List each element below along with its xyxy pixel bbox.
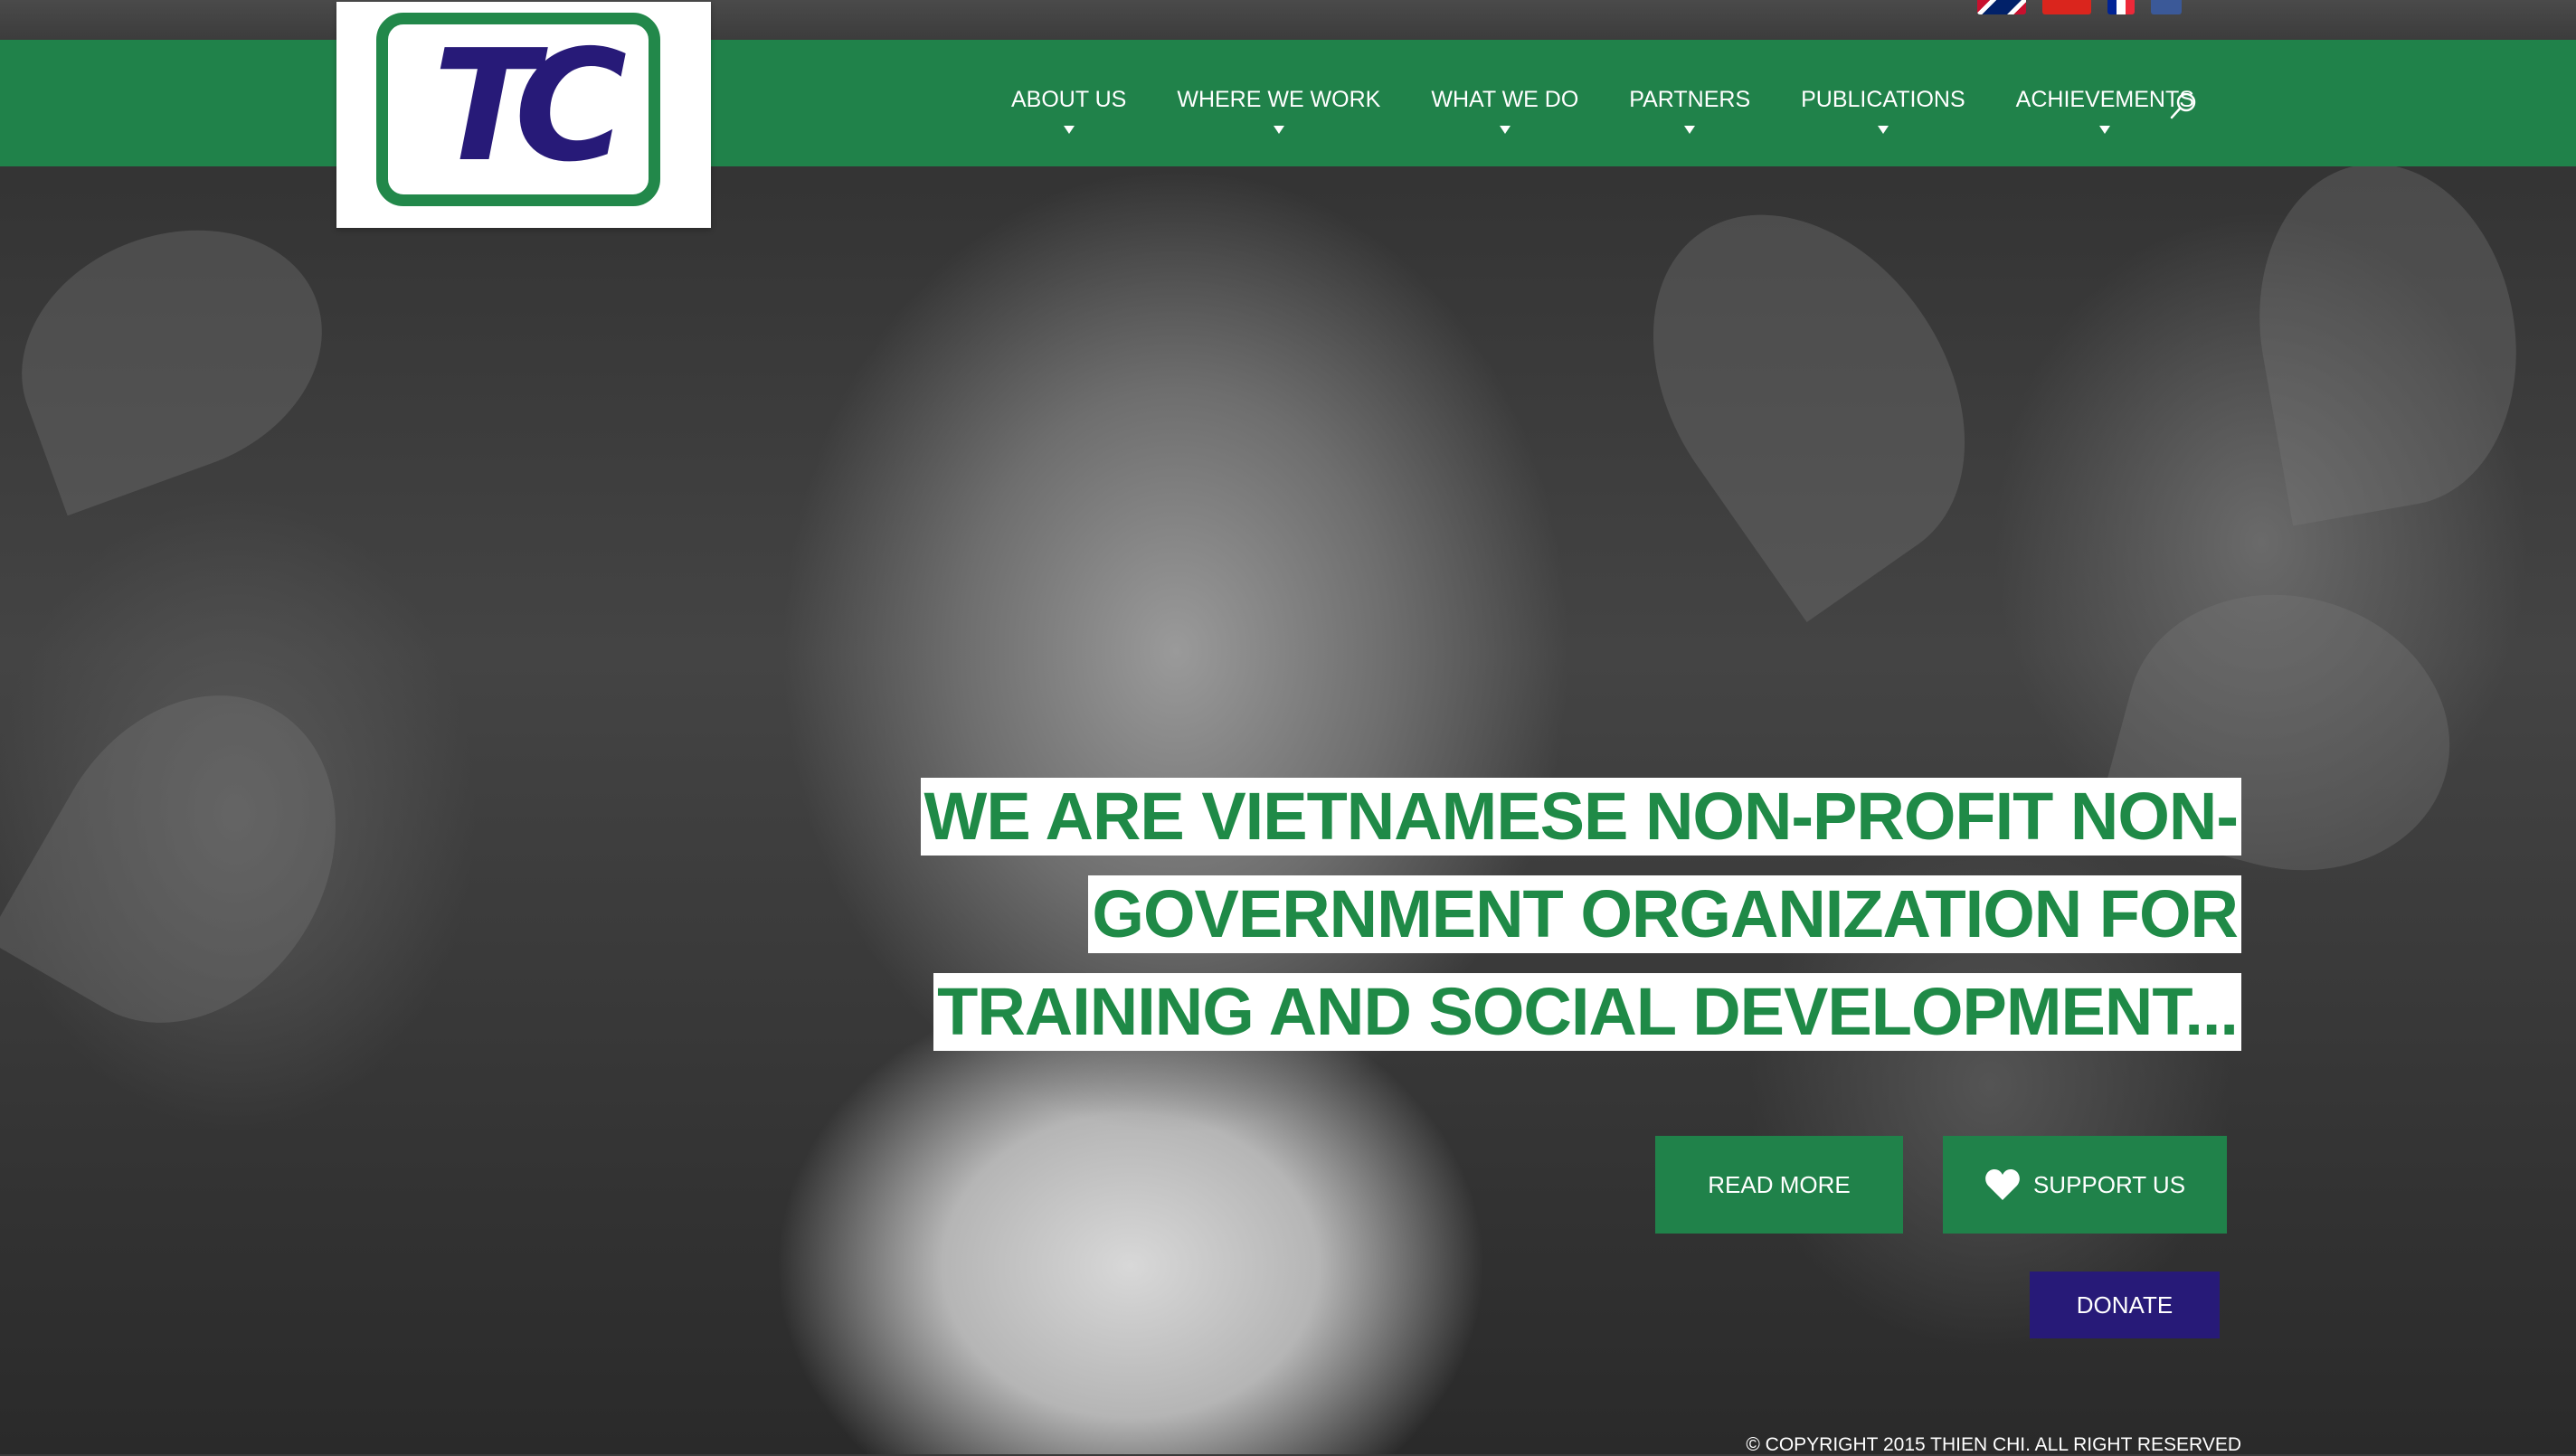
nav-item-partners[interactable]: PARTNERS xyxy=(1604,87,1776,134)
caret-down-icon xyxy=(2099,126,2111,134)
copyright-text: © COPYRIGHT 2015 THIEN CHI. ALL RIGHT RE… xyxy=(1746,1434,2241,1455)
heart-icon xyxy=(1985,1169,2020,1200)
uk-flag-icon[interactable] xyxy=(1977,0,2026,14)
site-logo[interactable]: TC xyxy=(336,2,711,228)
language-selector xyxy=(1977,0,2182,14)
facebook-icon[interactable] xyxy=(2151,0,2182,14)
read-more-button[interactable]: READ MORE xyxy=(1655,1136,1903,1234)
nav-menu: ABOUT US WHERE WE WORK WHAT WE DO PARTNE… xyxy=(986,87,2220,134)
donate-button[interactable]: DONATE xyxy=(2030,1272,2220,1338)
read-more-label: READ MORE xyxy=(1708,1170,1851,1198)
france-flag-icon[interactable] xyxy=(2107,0,2135,14)
nav-item-publications[interactable]: PUBLICATIONS xyxy=(1776,87,1991,134)
tagline-line: TRAINING AND SOCIAL DEVELOPMENT... xyxy=(933,973,2241,1051)
tagline-line: WE ARE VIETNAMESE NON-PROFIT NON- xyxy=(920,778,2241,856)
caret-down-icon xyxy=(1499,126,1511,134)
nav-item-about-us[interactable]: ABOUT US xyxy=(986,87,1151,134)
caret-down-icon xyxy=(1063,126,1075,134)
donate-label: DONATE xyxy=(2076,1291,2174,1319)
nav-item-where-we-work[interactable]: WHERE WE WORK xyxy=(1151,87,1406,134)
nav-item-label: ACHIEVEMENTS xyxy=(2015,87,2194,112)
vietnam-flag-icon[interactable] xyxy=(2042,0,2091,14)
nav-item-label: WHERE WE WORK xyxy=(1177,87,1381,112)
nav-item-label: ABOUT US xyxy=(1011,87,1127,112)
leaf-decoration xyxy=(0,189,357,516)
hero-tagline: WE ARE VIETNAMESE NON-PROFIT NON- GOVERN… xyxy=(920,778,2241,1071)
support-us-button[interactable]: SUPPORT US xyxy=(1943,1136,2227,1234)
nav-item-achievements[interactable]: ACHIEVEMENTS xyxy=(1991,87,2220,134)
nav-item-label: PUBLICATIONS xyxy=(1801,87,1965,112)
leaf-decoration xyxy=(1588,155,2030,623)
caret-down-icon xyxy=(1273,126,1284,134)
tagline-line: GOVERNMENT ORGANIZATION FOR xyxy=(1088,875,2241,953)
leaf-decoration xyxy=(0,642,393,1076)
nav-item-label: WHAT WE DO xyxy=(1431,87,1579,112)
logo-text: TC xyxy=(432,17,628,196)
caret-down-icon xyxy=(1877,126,1889,134)
logo-frame: TC xyxy=(376,13,660,206)
leaf-decoration xyxy=(2233,143,2543,526)
nav-item-what-we-do[interactable]: WHAT WE DO xyxy=(1406,87,1604,134)
caret-down-icon xyxy=(1684,126,1696,134)
nav-item-label: PARTNERS xyxy=(1629,87,1751,112)
support-us-label: SUPPORT US xyxy=(2032,1170,2186,1198)
